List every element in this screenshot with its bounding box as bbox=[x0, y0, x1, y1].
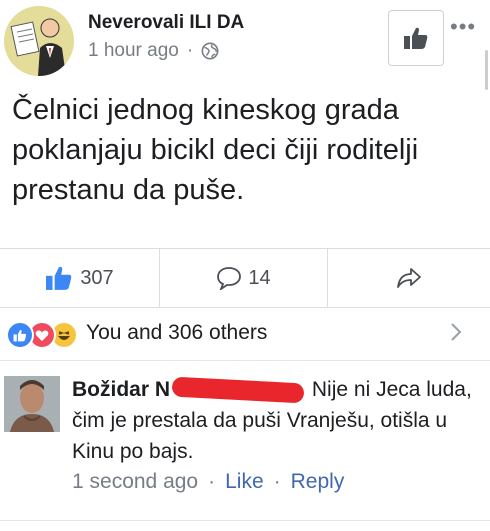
reactions-summary-text[interactable]: You and 306 others bbox=[86, 321, 267, 345]
page-name[interactable]: Neverovali ILI DA bbox=[88, 12, 244, 34]
redaction-mark bbox=[171, 377, 305, 404]
post-meta: 1 hour ago · bbox=[88, 40, 219, 62]
reactions-summary[interactable]: You and 306 others bbox=[0, 308, 490, 358]
comment-meta: 1 second ago · Like · Reply bbox=[72, 470, 344, 494]
like-reaction-icon bbox=[6, 321, 34, 349]
comment-count: 14 bbox=[248, 266, 271, 289]
divider bbox=[0, 520, 490, 521]
comment-timestamp[interactable]: 1 second ago bbox=[72, 470, 198, 494]
post-text: Čelnici jednog kineskog grada poklanjaju… bbox=[12, 94, 419, 206]
more-options-icon[interactable]: ••• bbox=[450, 14, 476, 40]
chevron-right-icon[interactable] bbox=[450, 322, 462, 342]
globe-icon[interactable] bbox=[201, 42, 219, 60]
like-page-button[interactable] bbox=[388, 10, 444, 66]
comment: Božidar N Nije ni Jeca luda, čim je pres… bbox=[72, 374, 484, 467]
comment-button[interactable]: 14 bbox=[159, 249, 328, 307]
divider bbox=[0, 360, 490, 361]
scrollbar[interactable] bbox=[485, 50, 488, 90]
page-avatar[interactable] bbox=[4, 6, 74, 76]
speech-bubble-icon bbox=[217, 267, 242, 290]
reaction-icons bbox=[6, 318, 86, 349]
post-timestamp[interactable]: 1 hour ago bbox=[88, 40, 179, 62]
like-count: 307 bbox=[80, 266, 114, 289]
meta-separator: · bbox=[186, 40, 194, 61]
commenter-avatar[interactable] bbox=[4, 376, 60, 432]
action-bar: 307 14 bbox=[0, 248, 490, 308]
meta-separator: · bbox=[273, 470, 281, 493]
comment-author-tail: N bbox=[154, 378, 171, 401]
share-button[interactable] bbox=[327, 249, 490, 307]
share-arrow-icon bbox=[396, 268, 421, 288]
thumbs-up-icon bbox=[404, 27, 428, 49]
thumbs-up-icon bbox=[46, 266, 72, 290]
post-header: Neverovali ILI DA 1 hour ago · ••• bbox=[0, 0, 490, 80]
comment-reply-link[interactable]: Reply bbox=[291, 470, 345, 494]
like-button[interactable]: 307 bbox=[0, 249, 158, 307]
comment-author[interactable]: Božidar bbox=[72, 378, 149, 401]
author-redaction: N bbox=[154, 377, 306, 404]
meta-separator: · bbox=[208, 470, 216, 493]
comment-like-link[interactable]: Like bbox=[225, 470, 264, 494]
